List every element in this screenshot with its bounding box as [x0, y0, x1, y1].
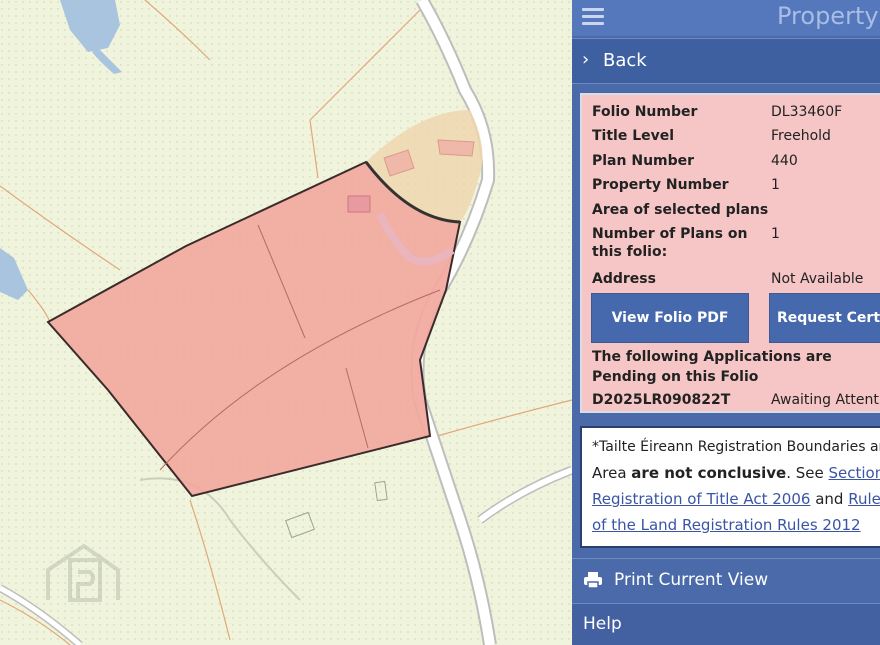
panel-header: Property [572, 0, 880, 36]
land-registration-rules-link[interactable]: of the Land Registration Rules 2012 [592, 516, 861, 534]
disclaimer-line-1: *Tailte Éireann Registration Boundaries … [592, 439, 880, 455]
disclaimer-line-4: of the Land Registration Rules 2012 [592, 512, 880, 538]
map-view[interactable] [0, 0, 572, 645]
building [347, 195, 371, 213]
registration-of-title-act-link[interactable]: Registration of Title Act 2006 [592, 490, 810, 508]
hamburger-icon[interactable] [582, 8, 604, 28]
map-canvas[interactable] [0, 0, 572, 645]
back-button[interactable]: › Back [572, 38, 880, 84]
view-folio-pdf-button[interactable]: View Folio PDF [591, 293, 749, 343]
disclaimer-box: *Tailte Éireann Registration Boundaries … [580, 426, 880, 548]
application-row: D2025LR090822T Awaiting Attention [592, 392, 880, 408]
folio-info-box: Folio Number DL33460F Title Level Freeho… [580, 93, 880, 413]
chevron-right-icon: › [582, 49, 590, 70]
help-label: Help [583, 614, 622, 634]
building [437, 139, 475, 157]
print-current-view-button[interactable]: Print Current View [572, 558, 880, 603]
print-label: Print Current View [614, 570, 769, 590]
section-85-link[interactable]: Section 85 [829, 464, 880, 482]
help-button[interactable]: Help [572, 603, 880, 645]
property-panel: Property › Back Folio Number DL33460F Ti… [572, 0, 880, 645]
panel-title: Property [777, 2, 879, 30]
application-status: Awaiting Attention [771, 392, 880, 408]
printer-icon [584, 572, 602, 589]
disclaimer-line-2: Area are not conclusive. See Section 85 [592, 460, 880, 486]
application-id: D2025LR090822T [592, 392, 731, 408]
back-label: Back [603, 50, 647, 71]
pending-applications-text: The following Applications are Pending o… [592, 349, 832, 385]
rule-link[interactable]: Rule [848, 490, 880, 508]
request-certified-copy-button[interactable]: Request Certified Copy [769, 293, 880, 343]
disclaimer-line-3: Registration of Title Act 2006 and Rule [592, 490, 880, 508]
